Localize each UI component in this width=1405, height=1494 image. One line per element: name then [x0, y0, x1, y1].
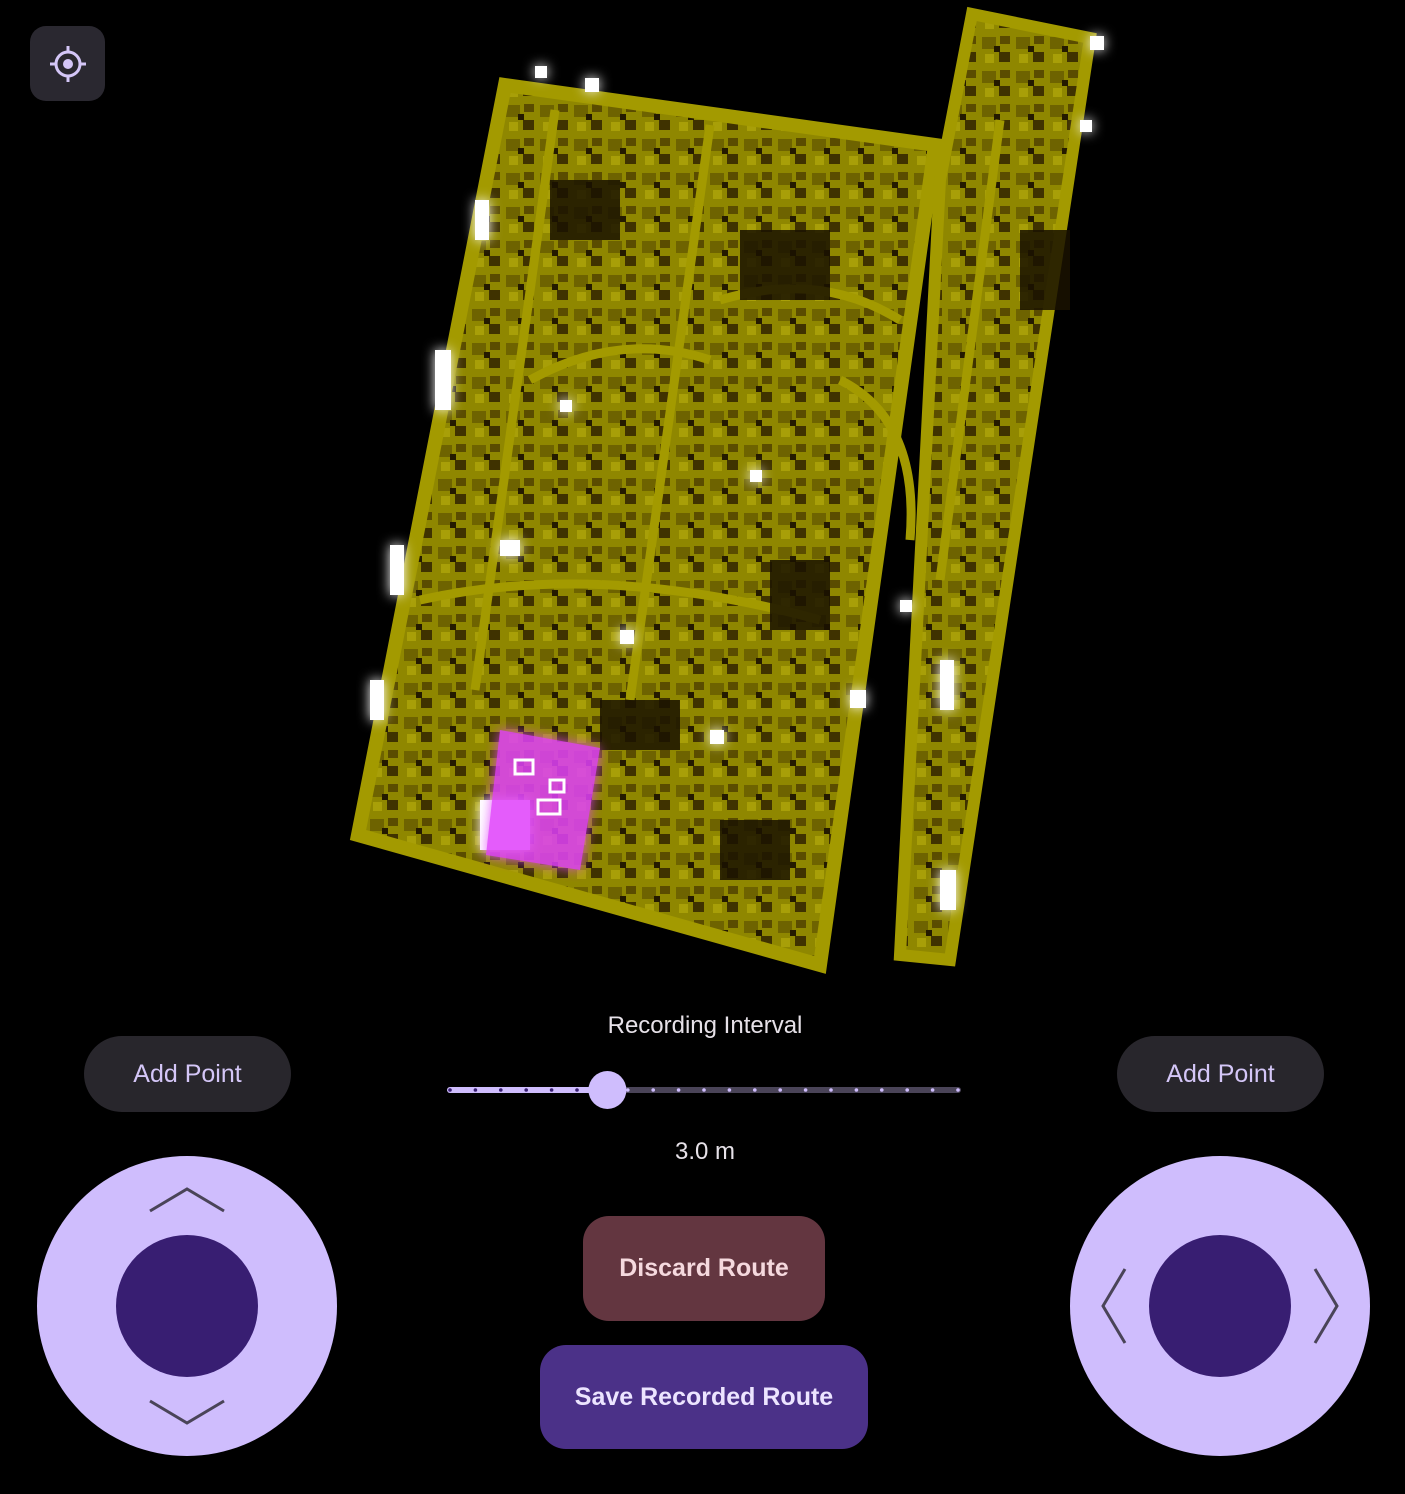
slider-tick [473, 1088, 478, 1092]
chevron-down-icon [149, 1399, 225, 1425]
movement-joystick[interactable] [37, 1156, 337, 1456]
slider-tick [448, 1088, 452, 1092]
slider-tick [702, 1088, 706, 1092]
point-cloud-map[interactable] [300, 0, 1160, 990]
slider-tick [930, 1088, 935, 1092]
chevron-up-icon [149, 1187, 225, 1213]
recording-interval-slider[interactable] [446, 1070, 962, 1110]
slider-tick [524, 1088, 528, 1092]
current-position-marker [486, 730, 600, 870]
add-point-button-left[interactable]: Add Point [84, 1036, 291, 1112]
slider-tick [803, 1088, 808, 1092]
slider-tick [854, 1088, 859, 1092]
slider-tick [753, 1088, 757, 1092]
slider-thumb[interactable] [588, 1071, 627, 1109]
locate-crosshair-icon [49, 45, 86, 82]
chevron-left-icon [1101, 1268, 1127, 1344]
slider-tick [778, 1088, 782, 1092]
slider-tick [549, 1088, 554, 1092]
recenter-button[interactable] [30, 26, 105, 101]
discard-route-button[interactable]: Discard Route [583, 1216, 825, 1321]
recording-interval-label: Recording Interval [607, 1012, 803, 1039]
slider-tick [676, 1088, 681, 1092]
slider-tick [829, 1088, 833, 1092]
slider-tick [651, 1088, 655, 1092]
rotation-joystick-knob[interactable] [1149, 1235, 1291, 1377]
recording-interval-value: 3.0 m [674, 1138, 736, 1165]
slider-track[interactable] [446, 1070, 962, 1110]
movement-joystick-knob[interactable] [116, 1235, 258, 1377]
map-floor [349, 77, 943, 974]
slider-tick [905, 1088, 909, 1092]
slider-tick [626, 1088, 630, 1092]
save-recorded-route-button[interactable]: Save Recorded Route [540, 1345, 868, 1449]
slider-tick [575, 1088, 579, 1092]
map-canvas[interactable] [300, 0, 1160, 990]
chevron-right-icon [1313, 1268, 1339, 1344]
rotation-joystick[interactable] [1070, 1156, 1370, 1456]
slider-tick [880, 1088, 884, 1092]
add-point-button-right[interactable]: Add Point [1117, 1036, 1324, 1112]
slider-tick [956, 1088, 960, 1092]
slider-tick [499, 1088, 503, 1092]
slider-tick [727, 1088, 732, 1092]
